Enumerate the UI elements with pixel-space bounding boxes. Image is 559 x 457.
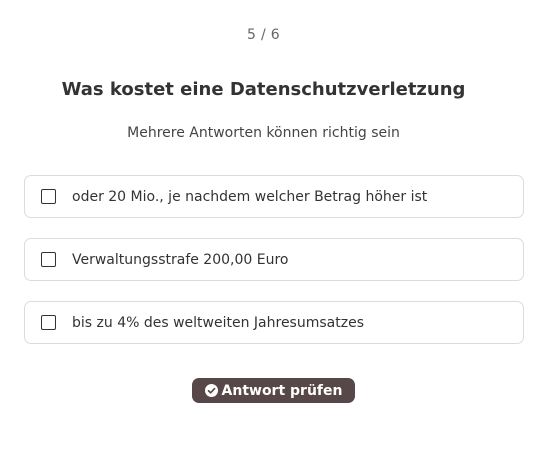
check-circle-icon (204, 384, 218, 397)
answer-option[interactable]: bis zu 4% des weltweiten Jahresumsatzes (24, 301, 524, 344)
answer-option[interactable]: Verwaltungsstrafe 200,00 Euro (24, 238, 524, 281)
question-title: Was kostet eine Datenschutzverletzung (61, 79, 466, 100)
check-answer-button[interactable]: Antwort prüfen (192, 378, 355, 403)
quiz-page: 5 / 6 Was kostet eine Datenschutzverletz… (0, 0, 559, 457)
question-hint: Mehrere Antworten können richtig sein (127, 125, 400, 141)
answer-label: oder 20 Mio., je nachdem welcher Betrag … (72, 188, 428, 205)
checkbox[interactable] (41, 315, 56, 330)
checkbox[interactable] (41, 189, 56, 204)
check-answer-label: Antwort prüfen (221, 382, 343, 399)
checkbox[interactable] (41, 252, 56, 267)
answer-option[interactable]: oder 20 Mio., je nachdem welcher Betrag … (24, 175, 524, 218)
answer-label: bis zu 4% des weltweiten Jahresumsatzes (72, 314, 364, 331)
question-counter: 5 / 6 (247, 27, 280, 43)
answer-options: oder 20 Mio., je nachdem welcher Betrag … (24, 175, 524, 364)
answer-label: Verwaltungsstrafe 200,00 Euro (72, 251, 289, 268)
